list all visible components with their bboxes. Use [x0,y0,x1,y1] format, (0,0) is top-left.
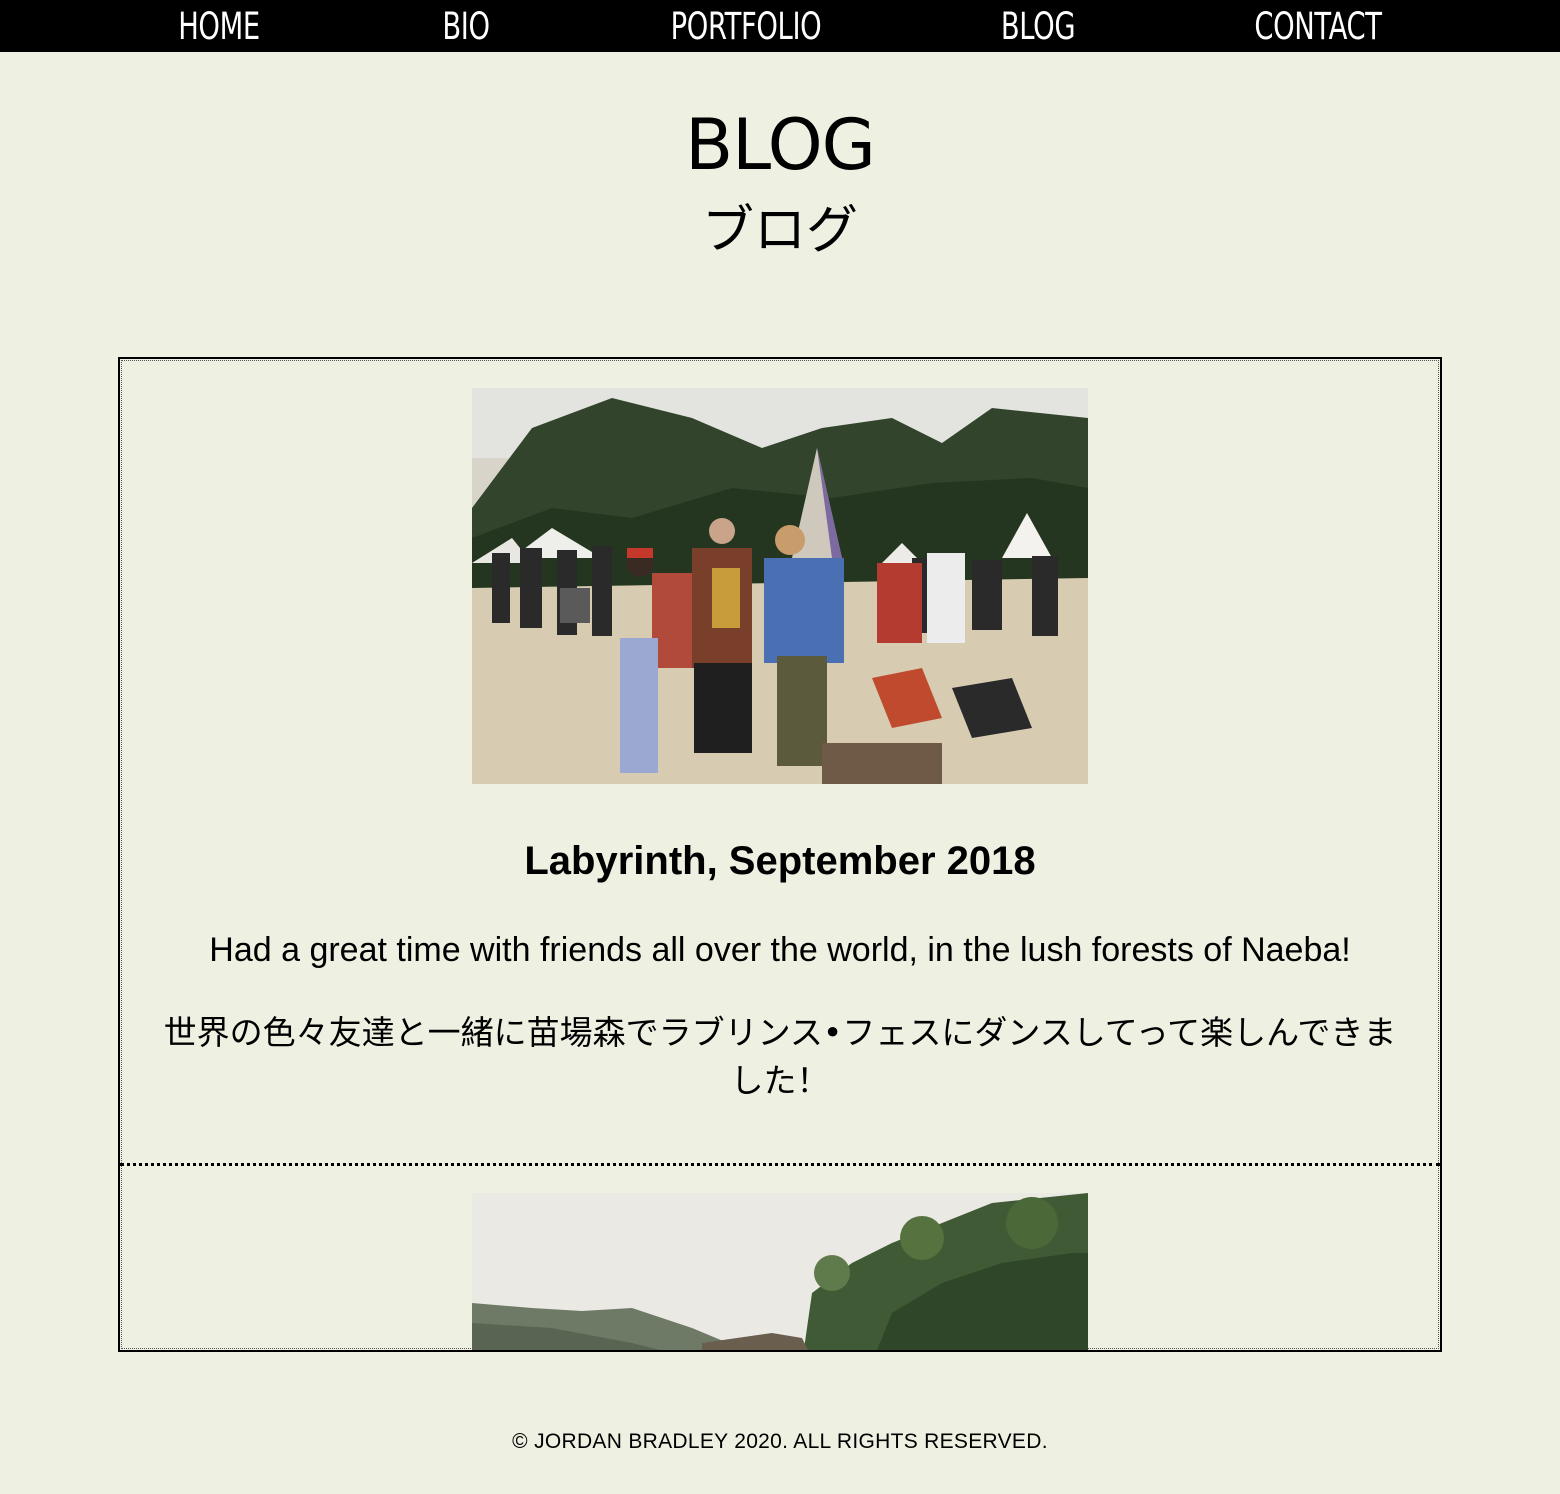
post-body-english: Had a great time with friends all over t… [209,931,1351,969]
page-subtitle: ブログ [701,201,858,261]
blog-feed-scroll-container[interactable]: Labyrinth, September 2018 Had a great ti… [118,357,1442,1352]
nav-contact-link[interactable]: CONTACT [1207,0,1429,52]
footer-copyright: © JORDAN BRADLEY 2020. ALL RIGHTS RESERV… [512,1430,1048,1453]
blog-post [120,1165,1440,1350]
nav-home-link[interactable]: HOME [108,0,330,52]
blog-post: Labyrinth, September 2018 Had a great ti… [120,359,1440,1165]
post-body-japanese: 世界の色々友達と一緒に苗場森でラブリンス•フェスにダンスしてって楽しんできました… [163,1013,1397,1100]
nav-portfolio-link[interactable]: PORTFOLIO [635,0,857,52]
post-photo [472,388,1088,784]
post-title: Labyrinth, September 2018 [524,839,1036,883]
page-title: BLOG [685,104,876,186]
top-navigation: HOME BIO PORTFOLIO BLOG CONTACT [0,0,1560,52]
nav-blog-link[interactable]: BLOG [927,0,1149,52]
post-photo [472,1193,1088,1350]
nav-bio-link[interactable]: BIO [355,0,577,52]
